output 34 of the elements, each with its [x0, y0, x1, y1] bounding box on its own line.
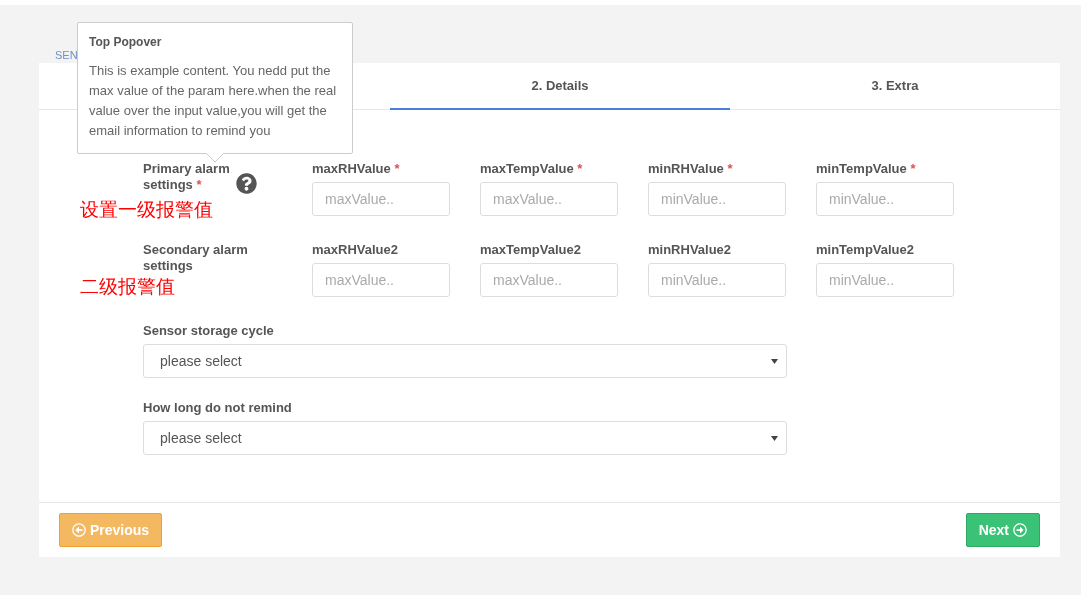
field-label: minRHValue * — [648, 161, 733, 176]
popover-title: Top Popover — [89, 35, 163, 49]
select-field[interactable]: please select — [143, 344, 787, 378]
input-field[interactable]: minValue.. — [648, 263, 786, 297]
input-field[interactable]: maxValue.. — [312, 263, 450, 297]
step-tab[interactable]: 3. Extra — [730, 63, 1060, 110]
field-label: maxTempValue * — [480, 161, 583, 176]
section-heading: SEN — [55, 48, 78, 63]
input-field[interactable]: maxValue.. — [480, 182, 618, 216]
input-field[interactable]: minValue.. — [816, 182, 954, 216]
input-field[interactable]: minValue.. — [816, 263, 954, 297]
field-label: minRHValue2 — [648, 242, 732, 257]
caret-icon — [771, 435, 778, 441]
row-label: Primary alarm settings * — [143, 161, 231, 193]
field-label: Sensor storage cycle — [143, 323, 274, 338]
field-label: minTempValue2 — [816, 242, 914, 257]
annotation: 二级报警值 — [80, 276, 175, 298]
input-field[interactable]: maxValue.. — [312, 182, 450, 216]
input-field[interactable]: minValue.. — [648, 182, 786, 216]
select-field[interactable]: please select — [143, 421, 787, 455]
annotation: 设置一级报警值 — [80, 199, 213, 221]
field-label: maxRHValue2 — [312, 242, 398, 257]
caret-icon — [771, 358, 778, 364]
step-tab[interactable]: 2. Details — [390, 63, 730, 110]
input-field[interactable]: maxValue.. — [480, 263, 618, 297]
arrow-right-icon — [1013, 523, 1027, 537]
field-label: minTempValue * — [816, 161, 916, 176]
field-label: maxTempValue2 — [480, 242, 581, 257]
popover-text: This is example content. You nedd put the max value of the param here.when the real value over the input value,you will get the email information to remind you — [89, 62, 338, 140]
field-label: How long do not remind — [143, 400, 292, 415]
arrow-left-icon — [72, 523, 86, 537]
help-icon[interactable] — [236, 173, 257, 194]
field-label: maxRHValue * — [312, 161, 400, 176]
row-label: Secondary alarm settings — [143, 242, 249, 274]
